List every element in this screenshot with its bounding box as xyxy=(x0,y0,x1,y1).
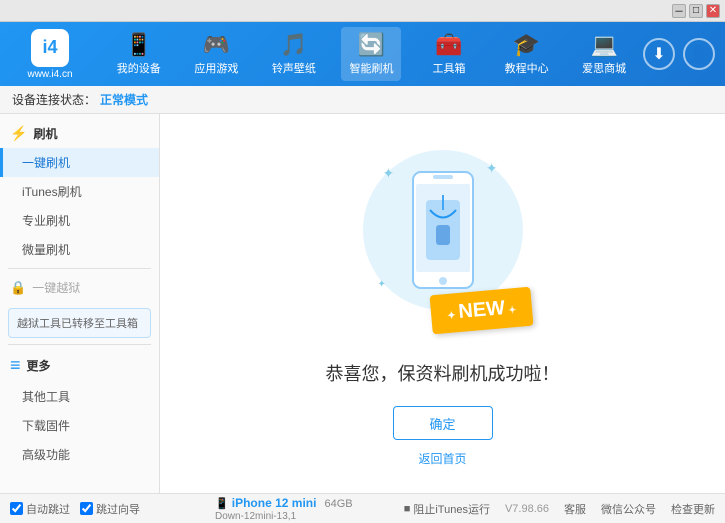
logo: i4 www.i4.cn xyxy=(10,29,90,80)
skip-wizard-checkbox[interactable]: 跳过向导 xyxy=(80,501,140,517)
sidebar-item-download-firmware[interactable]: 下载固件 xyxy=(0,411,159,440)
sidebar-item-micro-flash[interactable]: 微量刷机 xyxy=(0,235,159,264)
maximize-button[interactable]: □ xyxy=(689,4,703,18)
phone-circle: ✦ ✦ ✦ xyxy=(363,150,523,310)
success-text: 恭喜您，保资料刷机成功啦！ xyxy=(326,360,560,386)
minimize-button[interactable]: － xyxy=(672,4,686,18)
logo-icon: i4 xyxy=(31,29,69,67)
sidebar-divider-1 xyxy=(8,268,151,269)
bottom-bar: 自动跳过 跳过向导 📱 iPhone 12 mini 64GB Down-12m… xyxy=(0,493,725,523)
success-illustration: ✦ ✦ ✦ NEW xyxy=(353,140,533,340)
sidebar-item-other-tools[interactable]: 其他工具 xyxy=(0,382,159,411)
jailbreak-icon: 🔒 xyxy=(10,280,26,296)
download-button[interactable]: ⬇ xyxy=(643,38,675,70)
new-badge: NEW xyxy=(430,287,534,335)
close-button[interactable]: ✕ xyxy=(706,4,720,18)
nav-label-my-device: 我的设备 xyxy=(117,60,161,76)
sidebar-section-more: ≡ 更多 xyxy=(0,349,159,382)
phone-svg xyxy=(408,170,478,290)
flash-section-label: 刷机 xyxy=(33,125,57,142)
sidebar-section-flash: ⚡ 刷机 xyxy=(0,119,159,148)
stop-itunes-label: 阻止iTunes运行 xyxy=(413,501,490,517)
status-bar: 设备连接状态： 正常模式 xyxy=(0,86,725,114)
nav-item-ai-store[interactable]: 💻 爱思商城 xyxy=(574,27,634,81)
status-value: 正常模式 xyxy=(100,91,148,108)
bottom-left: 自动跳过 跳过向导 xyxy=(10,501,210,517)
nav-item-tutorials[interactable]: 🎓 教程中心 xyxy=(497,27,557,81)
service-link[interactable]: 客服 xyxy=(564,501,586,517)
sidebar-divider-2 xyxy=(8,344,151,345)
sidebar-item-pro-flash[interactable]: 专业刷机 xyxy=(0,206,159,235)
toolbox-icon: 🧰 xyxy=(435,32,462,58)
sparkle-2: ✦ xyxy=(486,160,498,177)
content-area: ✦ ✦ ✦ NEW 恭喜您，保资料刷机成功啦！ xyxy=(160,114,725,493)
confirm-button[interactable]: 确定 xyxy=(393,406,493,440)
main-layout: ⚡ 刷机 一键刷机 iTunes刷机 专业刷机 微量刷机 🔒 一键越狱 越狱工具… xyxy=(0,114,725,493)
device-model: Down-12mini-13,1 xyxy=(215,511,296,522)
device-storage: 64GB xyxy=(325,498,353,510)
auto-dismiss-input[interactable] xyxy=(10,502,23,515)
sidebar: ⚡ 刷机 一键刷机 iTunes刷机 专业刷机 微量刷机 🔒 一键越狱 越狱工具… xyxy=(0,114,160,493)
sparkle-1: ✦ xyxy=(383,165,395,182)
version-text: V7.98.66 xyxy=(505,503,549,515)
nav-label-ai-store: 爱思商城 xyxy=(582,60,626,76)
nav-items: 📱 我的设备 🎮 应用游戏 🎵 铃声壁纸 🔄 智能刷机 🧰 工具箱 🎓 教程中心… xyxy=(100,27,643,81)
ai-store-icon: 💻 xyxy=(590,32,617,58)
nav-label-tutorials: 教程中心 xyxy=(505,60,549,76)
bottom-right: ■ 阻止iTunes运行 V7.98.66 客服 微信公众号 检查更新 xyxy=(404,501,715,517)
flash-section-icon: ⚡ xyxy=(10,125,27,142)
device-name: iPhone 12 mini xyxy=(232,496,317,510)
status-label: 设备连接状态： xyxy=(12,91,96,108)
nav-label-ringtones: 铃声壁纸 xyxy=(272,60,316,76)
go-home-link[interactable]: 返回首页 xyxy=(418,450,466,467)
auto-dismiss-label: 自动跳过 xyxy=(26,501,70,517)
nav-item-my-device[interactable]: 📱 我的设备 xyxy=(109,27,169,81)
user-button[interactable]: 👤 xyxy=(683,38,715,70)
stop-itunes-button[interactable]: ■ 阻止iTunes运行 xyxy=(404,501,490,517)
device-info: 📱 iPhone 12 mini 64GB Down-12mini-13,1 xyxy=(210,496,404,522)
sidebar-item-itunes-flash[interactable]: iTunes刷机 xyxy=(0,177,159,206)
stop-itunes-icon: ■ xyxy=(404,503,411,515)
device-icon: 📱 xyxy=(125,32,152,58)
more-section-icon: ≡ xyxy=(10,355,21,376)
sidebar-item-jailbreak: 🔒 一键越狱 xyxy=(0,273,159,302)
tutorials-icon: 🎓 xyxy=(513,32,540,58)
ringtones-icon: 🎵 xyxy=(280,32,307,58)
title-bar: － □ ✕ xyxy=(0,0,725,22)
nav-label-apps-games: 应用游戏 xyxy=(194,60,238,76)
sidebar-item-one-click-flash[interactable]: 一键刷机 xyxy=(0,148,159,177)
nav-label-smart-shop: 智能刷机 xyxy=(349,60,393,76)
header: i4 www.i4.cn 📱 我的设备 🎮 应用游戏 🎵 铃声壁纸 🔄 智能刷机… xyxy=(0,22,725,86)
sparkle-3: ✦ xyxy=(378,279,386,290)
more-section-label: 更多 xyxy=(27,357,51,374)
auto-dismiss-checkbox[interactable]: 自动跳过 xyxy=(10,501,70,517)
sidebar-info-text: 越狱工具已转移至工具箱 xyxy=(17,318,138,330)
sidebar-info-box: 越狱工具已转移至工具箱 xyxy=(8,308,151,338)
jailbreak-label: 一键越狱 xyxy=(32,279,80,296)
skip-wizard-label: 跳过向导 xyxy=(96,501,140,517)
nav-right: ⬇ 👤 xyxy=(643,38,715,70)
smart-shop-icon: 🔄 xyxy=(358,32,385,58)
wechat-link[interactable]: 微信公众号 xyxy=(601,501,656,517)
logo-text: www.i4.cn xyxy=(27,69,72,80)
nav-item-apps-games[interactable]: 🎮 应用游戏 xyxy=(186,27,246,81)
nav-item-ringtones[interactable]: 🎵 铃声壁纸 xyxy=(264,27,324,81)
sidebar-item-advanced[interactable]: 高级功能 xyxy=(0,440,159,469)
skip-wizard-input[interactable] xyxy=(80,502,93,515)
nav-item-smart-shop[interactable]: 🔄 智能刷机 xyxy=(341,27,401,81)
nav-label-toolbox: 工具箱 xyxy=(433,60,466,76)
apps-icon: 🎮 xyxy=(203,32,230,58)
device-icon-small: 📱 xyxy=(215,498,232,510)
nav-item-toolbox[interactable]: 🧰 工具箱 xyxy=(419,27,479,81)
check-update-link[interactable]: 检查更新 xyxy=(671,501,715,517)
